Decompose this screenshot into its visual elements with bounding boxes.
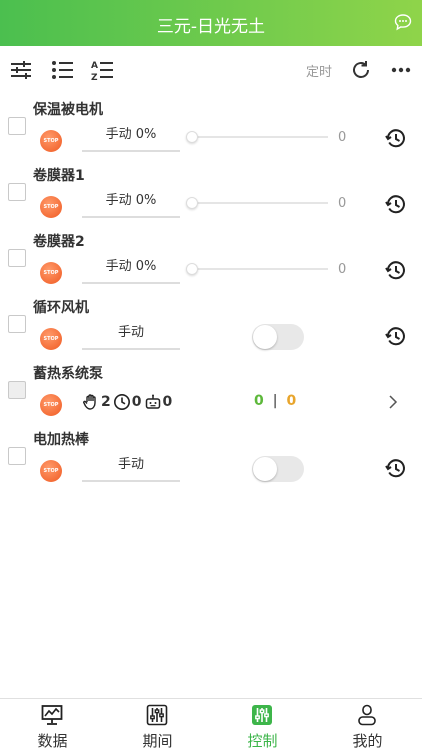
slider-track [190, 202, 328, 204]
device-checkbox[interactable] [8, 381, 26, 399]
svg-text:A: A [91, 61, 98, 71]
svg-text:Z: Z [91, 73, 98, 82]
clock-timer-icon[interactable] [385, 326, 407, 348]
clock-timer-icon[interactable] [385, 260, 407, 282]
slider-value: 0 [338, 130, 347, 145]
user-icon [358, 704, 376, 726]
tab-label: 期间 [142, 732, 173, 750]
group-stats: 2 0 0 [82, 392, 174, 412]
stop-button[interactable]: STOP [40, 328, 62, 350]
stop-button[interactable]: STOP [40, 394, 62, 416]
monitor-chart-icon [41, 705, 63, 725]
position-slider[interactable] [186, 131, 328, 143]
refresh-icon[interactable] [349, 58, 373, 82]
slider-value: 0 [338, 196, 347, 211]
toolbar: A Z 定时 [0, 46, 422, 94]
clock-timer-icon[interactable] [385, 194, 407, 216]
device-row: 保温被电机 STOP 手动 0% 0 [0, 96, 422, 162]
on-count: 0 [254, 393, 264, 409]
hand-icon [83, 394, 96, 410]
device-row: 电加热棒 STOP 手动 [0, 426, 422, 492]
stop-button[interactable]: STOP [40, 130, 62, 152]
device-row: 循环风机 STOP 手动 [0, 294, 422, 360]
stop-button[interactable]: STOP [40, 460, 62, 482]
slider-thumb[interactable] [186, 263, 198, 275]
stop-button[interactable]: STOP [40, 196, 62, 218]
robot-icon [145, 394, 160, 409]
chevron-right-icon[interactable] [386, 394, 400, 410]
mode-button[interactable]: 手动 0% [82, 188, 180, 218]
device-name: 蓄热系统泵 [33, 366, 103, 382]
device-checkbox[interactable] [8, 183, 26, 201]
clock-icon [113, 394, 130, 410]
power-toggle[interactable] [252, 456, 304, 482]
device-checkbox[interactable] [8, 249, 26, 267]
tab-period[interactable]: 期间 [105, 699, 210, 751]
tab-control[interactable]: 控制 [210, 699, 315, 751]
more-dots-icon[interactable] [389, 58, 413, 82]
page-title: 三元-日光无土 [156, 17, 266, 37]
off-count: 0 [286, 393, 297, 409]
app-header: 三元-日光无土 [0, 0, 422, 46]
tab-label: 我的 [352, 732, 383, 750]
list-icon[interactable] [50, 58, 74, 82]
device-name: 卷膜器2 [33, 234, 85, 250]
device-name: 电加热棒 [33, 432, 89, 448]
device-row: 蓄热系统泵 STOP 2 0 0 0 | 0 [0, 360, 422, 426]
clock-timer-icon[interactable] [385, 458, 407, 480]
device-name: 保温被电机 [33, 102, 103, 118]
power-toggle[interactable] [252, 324, 304, 350]
sliders-box-icon [146, 704, 168, 726]
device-row: 卷膜器1 STOP 手动 0% 0 [0, 162, 422, 228]
mode-button[interactable]: 手动 0% [82, 254, 180, 284]
slider-thumb[interactable] [186, 197, 198, 209]
manual-count: 2 [101, 394, 111, 410]
slider-track [190, 268, 328, 270]
auto-count: 0 [162, 394, 173, 410]
schedule-link[interactable]: 定时 [306, 61, 332, 80]
device-checkbox[interactable] [8, 447, 26, 465]
tab-label: 数据 [37, 732, 68, 750]
device-name: 卷膜器1 [33, 168, 85, 184]
device-name: 循环风机 [33, 300, 89, 316]
sliders-icon[interactable] [9, 58, 33, 82]
toggle-knob [253, 325, 277, 349]
device-row: 卷膜器2 STOP 手动 0% 0 [0, 228, 422, 294]
onoff-counts: 0 | 0 [254, 393, 296, 409]
timer-count: 0 [131, 394, 142, 410]
bottom-tab-bar: 数据 期间 控制 我的 [0, 698, 422, 750]
control-sliders-icon [252, 705, 272, 725]
slider-thumb[interactable] [186, 131, 198, 143]
clock-timer-icon[interactable] [385, 128, 407, 150]
toggle-knob [253, 457, 277, 481]
position-slider[interactable] [186, 197, 328, 209]
sort-az-icon[interactable]: A Z [90, 58, 114, 82]
mode-button[interactable]: 手动 0% [82, 122, 180, 152]
device-checkbox[interactable] [8, 117, 26, 135]
tab-data[interactable]: 数据 [0, 699, 105, 751]
slider-value: 0 [338, 262, 347, 277]
tab-label: 控制 [247, 732, 278, 750]
device-checkbox[interactable] [8, 315, 26, 333]
slider-track [190, 136, 328, 138]
mode-button[interactable]: 手动 [82, 320, 180, 350]
tab-mine[interactable]: 我的 [315, 699, 420, 751]
mode-button[interactable]: 手动 [82, 452, 180, 482]
chat-bubble-icon[interactable] [394, 13, 412, 31]
position-slider[interactable] [186, 263, 328, 275]
count-separator: | [272, 393, 278, 409]
stop-button[interactable]: STOP [40, 262, 62, 284]
